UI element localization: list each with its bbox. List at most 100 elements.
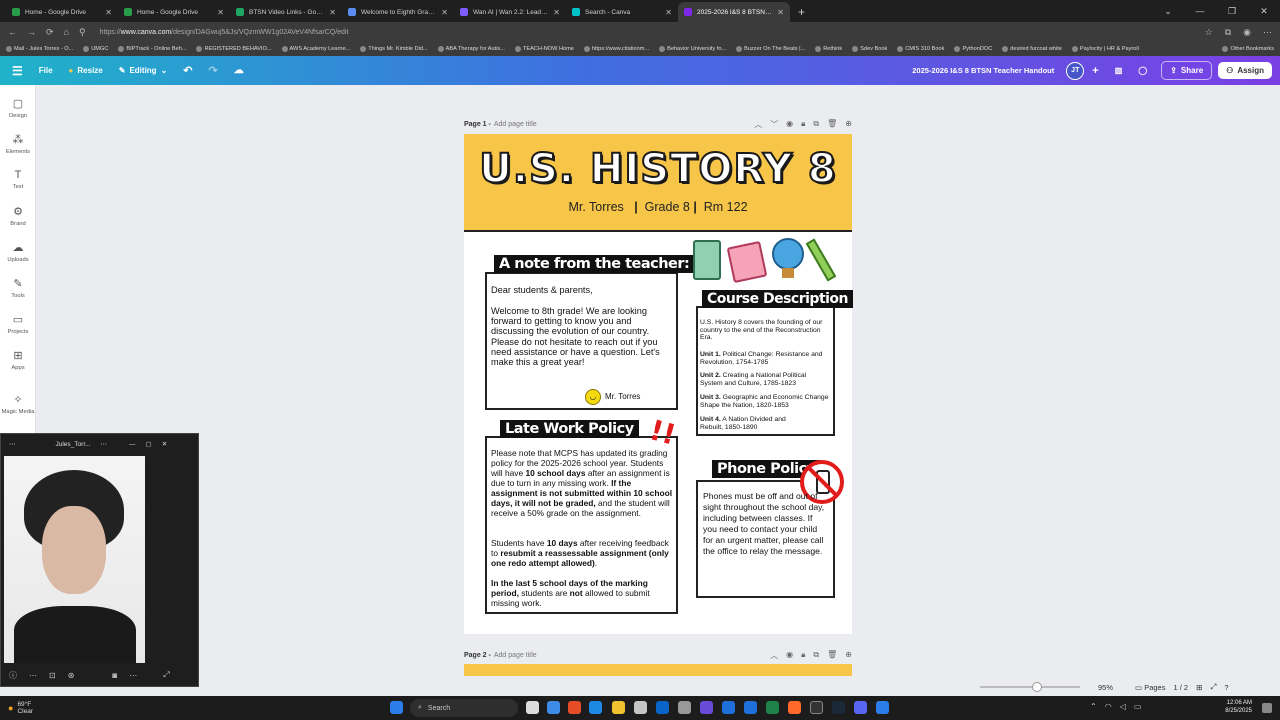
rail-design[interactable]: ▢ Design — [0, 97, 36, 119]
start-icon[interactable] — [390, 701, 403, 714]
home-icon[interactable]: ⌂ — [64, 27, 69, 37]
rail-apps[interactable]: ⊞ Apps — [0, 349, 36, 371]
note-signature[interactable]: Mr. Torres — [605, 392, 640, 402]
lock-icon[interactable]: 🔒︎ — [801, 650, 805, 661]
maximize-button[interactable]: ❐ — [1216, 0, 1248, 22]
system-tray[interactable]: ⌃ ◠ ◁ ▭ — [1090, 702, 1141, 711]
unit-2[interactable]: Unit 2. Creating a National Political Sy… — [700, 372, 830, 387]
chevron-up-icon[interactable]: ⌃ — [1090, 702, 1097, 711]
info-icon[interactable]: ⓘ — [9, 670, 17, 681]
browser-tab[interactable]: 2025-2026 I&S 8 BTSN Teacher✕ — [678, 2, 790, 22]
bookmark-item[interactable]: CMIS 310 Book — [897, 46, 944, 52]
bookmark-item[interactable]: Mail - Jules Torres - O... — [6, 46, 73, 52]
bookmark-item[interactable]: TEACH-NOW Home — [514, 46, 574, 52]
close-tab-icon[interactable]: ✕ — [665, 8, 672, 17]
add-collaborator-icon[interactable]: + — [1084, 65, 1106, 77]
wifi-icon[interactable]: ◠ — [1105, 702, 1112, 711]
volume-icon[interactable]: ◁ — [1120, 702, 1126, 711]
chrome-icon[interactable] — [568, 701, 581, 714]
fullscreen-icon[interactable]: ⤢ — [1210, 682, 1216, 692]
word-icon[interactable] — [722, 701, 735, 714]
unit-4[interactable]: Unit 4. A Nation Divided and Rebuilt, 18… — [700, 416, 790, 431]
task-view-icon[interactable] — [526, 701, 539, 714]
bookmark-item[interactable]: https://www.citationm... — [583, 46, 649, 52]
grid-view-icon[interactable]: ⊞ — [1196, 683, 1202, 692]
menu-hamburger-icon[interactable]: ☰ — [0, 64, 31, 78]
tab-search-icon[interactable]: ⌄ — [1152, 0, 1184, 22]
note-greeting[interactable]: Dear students & parents, — [491, 285, 673, 295]
steam-icon[interactable] — [832, 701, 845, 714]
discord-icon[interactable] — [854, 701, 867, 714]
eye-icon[interactable]: ◉ — [786, 119, 793, 130]
browser-tab[interactable]: Search - Canva ✕ — [566, 2, 678, 22]
design-title[interactable]: 2025-2026 I&S 8 BTSN Teacher Handout — [912, 66, 1054, 75]
bookmark-item[interactable]: Behavior University fo... — [659, 46, 726, 52]
close-tab-icon[interactable]: ✕ — [441, 8, 448, 17]
late-work-para-2[interactable]: Students have 10 days after receiving fe… — [491, 538, 673, 568]
eye-icon[interactable]: ◉ — [786, 650, 793, 661]
system-clock[interactable]: 12:06 AM 8/25/2025 — [1225, 699, 1252, 715]
app-icon[interactable] — [700, 701, 713, 714]
file-explorer-icon[interactable] — [612, 701, 625, 714]
forward-icon[interactable]: → — [27, 27, 36, 37]
browser-tab[interactable]: BTSN Video Links - Google She✕ — [230, 2, 342, 22]
rail-magic-media[interactable]: ✧ Magic Media — [0, 393, 36, 415]
late-work-para-3[interactable]: In the last 5 school days of the marking… — [491, 578, 673, 608]
extensions-icon[interactable]: ⧉ — [1225, 27, 1231, 38]
other-bookmarks[interactable]: Other Bookmarks — [1222, 46, 1274, 52]
close-tab-icon[interactable]: ✕ — [217, 8, 224, 17]
menu-icon[interactable]: ⋯ — [1263, 27, 1272, 38]
page-1[interactable]: U.S. HISTORY 8 Mr. Torres | Grade 8 | Rm… — [464, 134, 854, 634]
edge-icon[interactable] — [589, 701, 602, 714]
redo-button[interactable]: ↷ — [200, 64, 225, 77]
page-2-preview[interactable] — [464, 664, 852, 676]
duplicate-icon[interactable]: ⧉ — [813, 650, 819, 661]
browser-tab[interactable]: Home - Google Drive ✕ — [6, 2, 118, 22]
rail-uploads[interactable]: ☁ Uploads — [0, 241, 36, 263]
app-icon[interactable] — [634, 701, 647, 714]
cloud-save-icon[interactable]: ☁ — [226, 65, 252, 76]
taskbar-search[interactable]: ⌕ Search — [410, 699, 518, 717]
app-icon[interactable] — [876, 701, 889, 714]
bookmark-item[interactable]: Buzzer On The Beats |... — [736, 46, 805, 52]
undo-button[interactable]: ↶ — [175, 64, 200, 77]
bookmark-item[interactable]: Paylocity | HR & Payroll — [1071, 46, 1139, 52]
rail-brand[interactable]: ⚙ Brand — [0, 205, 36, 227]
teacher-note-heading[interactable]: A note from the teacher: — [494, 255, 695, 273]
bookmark-item[interactable]: BIPTrack - Online Beh... — [118, 46, 186, 52]
help-icon[interactable]: ? — [1224, 683, 1228, 692]
page1-title-field[interactable]: Add page title — [494, 121, 537, 128]
course-title[interactable]: U.S. HISTORY 8 — [464, 145, 852, 193]
unit-1[interactable]: Unit 1. Political Change: Resistance and… — [700, 351, 830, 366]
app-icon[interactable] — [810, 701, 823, 714]
webcam-window[interactable]: ⋯ Jules_Torr... ⋯ — ▢ ✕ ⓘ ⋯ ⊡ ⊛ ◙ ⋯ ⤢ — [0, 433, 199, 687]
course-subtitle[interactable]: Mr. Torres | Grade 8 | Rm 122 — [464, 200, 852, 214]
avatar[interactable]: JT — [1066, 61, 1085, 80]
close-tab-icon[interactable]: ✕ — [553, 8, 560, 17]
focus-icon[interactable]: ⊡ — [49, 671, 56, 680]
bookmark-item[interactable]: PythonDOC — [954, 46, 992, 52]
minimize-button[interactable]: — — [1184, 0, 1216, 22]
bookmark-item[interactable]: Things Mr. Kimble Did... — [360, 46, 428, 52]
chevron-down-icon[interactable]: ﹀ — [770, 119, 778, 130]
more-options-icon[interactable]: ⋯ — [129, 671, 137, 680]
insights-icon[interactable]: ▥ — [1107, 66, 1131, 75]
word-icon[interactable] — [744, 701, 757, 714]
minimize-button[interactable]: — — [129, 441, 136, 448]
course-intro[interactable]: U.S. History 8 covers the founding of ou… — [700, 319, 830, 342]
app-icon[interactable] — [678, 701, 691, 714]
editing-mode-dropdown[interactable]: ✎ Editing ⌄ — [111, 66, 176, 75]
zoom-level[interactable]: 95% — [1098, 683, 1113, 692]
lock-icon[interactable]: 🔒︎ — [801, 119, 805, 130]
expand-icon[interactable]: ⤢ — [163, 670, 169, 680]
chevron-up-icon[interactable]: ︿ — [754, 119, 762, 130]
excel-icon[interactable] — [766, 701, 779, 714]
resize-button[interactable]: ● Resize — [61, 66, 111, 75]
effects-icon[interactable]: ⊛ — [68, 671, 75, 680]
add-page-icon[interactable]: ⊕ — [845, 650, 852, 661]
file-menu[interactable]: File — [31, 66, 61, 75]
close-tab-icon[interactable]: ✕ — [777, 8, 784, 17]
camera-icon[interactable]: ◙ — [112, 671, 117, 680]
pages-button[interactable]: ▭ Pages — [1135, 683, 1165, 692]
share-button[interactable]: ⇪ Share — [1161, 61, 1213, 80]
